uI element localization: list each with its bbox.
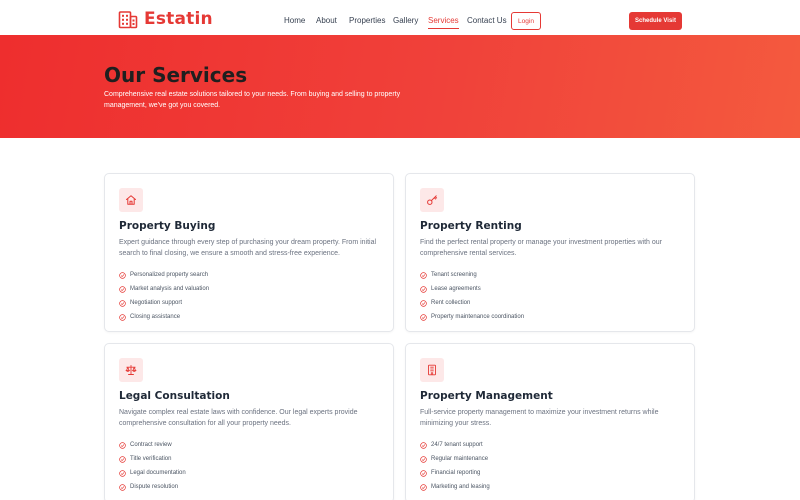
feature-list: Tenant screening Lease agreements Rent c… — [420, 268, 524, 324]
login-button[interactable]: Login — [511, 12, 541, 30]
check-circle-icon — [420, 483, 427, 491]
check-circle-icon — [420, 299, 427, 307]
feature-item: Dispute resolution — [119, 480, 186, 494]
feature-item: 24/7 tenant support — [420, 438, 490, 452]
nav-properties[interactable]: Properties — [349, 16, 385, 25]
feature-item: Tenant screening — [420, 268, 524, 282]
service-icon-box — [420, 358, 444, 382]
nav-services[interactable]: Services — [428, 16, 459, 29]
site-header: Estatin Home About Properties Gallery Se… — [0, 0, 800, 36]
check-circle-icon — [119, 441, 126, 449]
check-circle-icon — [420, 441, 427, 449]
feature-item: Financial reporting — [420, 466, 490, 480]
service-icon-box — [420, 188, 444, 212]
check-circle-icon — [119, 455, 126, 463]
service-title: Property Renting — [420, 220, 522, 232]
check-circle-icon — [119, 313, 126, 321]
check-circle-icon — [420, 469, 427, 477]
check-circle-icon — [119, 285, 126, 293]
check-circle-icon — [420, 271, 427, 279]
feature-item: Marketing and leasing — [420, 480, 490, 494]
scale-icon — [125, 365, 137, 375]
feature-item: Closing assistance — [119, 310, 209, 324]
nav-about[interactable]: About — [316, 16, 337, 25]
service-card-property-buying: Property Buying Expert guidance through … — [104, 173, 394, 332]
feature-item: Market analysis and valuation — [119, 282, 209, 296]
feature-item: Contract review — [119, 438, 186, 452]
service-title: Property Buying — [119, 220, 216, 232]
service-card-property-management: Property Management Full-service propert… — [405, 343, 695, 500]
service-card-legal-consultation: Legal Consultation Navigate complex real… — [104, 343, 394, 500]
home-icon — [126, 195, 136, 205]
service-card-property-renting: Property Renting Find the perfect rental… — [405, 173, 695, 332]
service-description: Navigate complex real estate laws with c… — [119, 409, 358, 427]
nav-home[interactable]: Home — [284, 16, 305, 25]
check-circle-icon — [119, 299, 126, 307]
service-icon-box — [119, 188, 143, 212]
check-circle-icon — [119, 469, 126, 477]
service-description: Find the perfect rental property or mana… — [420, 239, 663, 257]
nav-contact-us[interactable]: Contact Us — [467, 16, 507, 25]
service-description: Full-service property management to maxi… — [420, 409, 659, 427]
check-circle-icon — [119, 483, 126, 491]
service-icon-box — [119, 358, 143, 382]
schedule-visit-button[interactable]: Schedule Visit — [629, 12, 682, 30]
service-title: Legal Consultation — [119, 390, 230, 402]
check-circle-icon — [420, 455, 427, 463]
key-icon — [427, 195, 438, 205]
feature-list: Personalized property search Market anal… — [119, 268, 209, 324]
feature-item: Title verification — [119, 452, 186, 466]
building-icon — [428, 364, 436, 376]
feature-list: 24/7 tenant support Regular maintenance … — [420, 438, 490, 494]
check-circle-icon — [119, 271, 126, 279]
check-circle-icon — [420, 285, 427, 293]
nav-gallery[interactable]: Gallery — [393, 16, 418, 25]
feature-item: Personalized property search — [119, 268, 209, 282]
feature-item: Negotiation support — [119, 296, 209, 310]
hero-banner: Our Services Comprehensive real estate s… — [0, 35, 800, 138]
feature-item: Rent collection — [420, 296, 524, 310]
feature-item: Legal documentation — [119, 466, 186, 480]
page-title: Our Services — [104, 63, 248, 87]
service-description: Expert guidance through every step of pu… — [119, 239, 377, 257]
feature-item: Regular maintenance — [420, 452, 490, 466]
service-title: Property Management — [420, 390, 553, 402]
feature-item: Lease agreements — [420, 282, 524, 296]
hero-subtitle: Comprehensive real estate solutions tail… — [104, 91, 401, 109]
feature-item: Property maintenance coordination — [420, 310, 524, 324]
feature-list: Contract review Title verification Legal… — [119, 438, 186, 494]
check-circle-icon — [420, 313, 427, 321]
